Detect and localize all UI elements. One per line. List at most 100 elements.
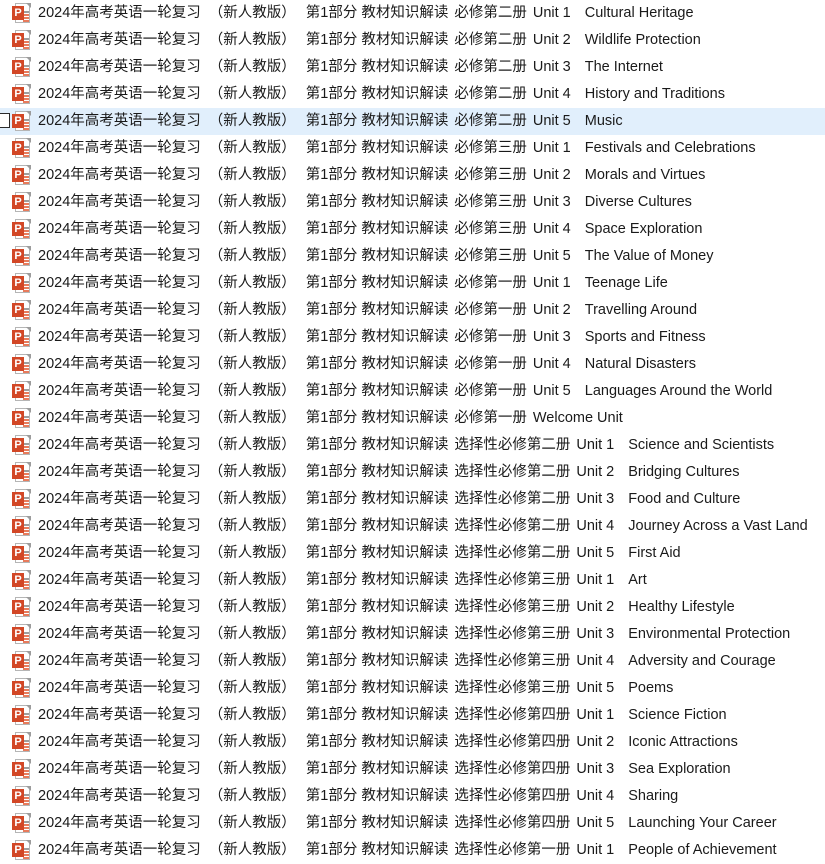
file-name-title: Natural Disasters	[584, 356, 696, 372]
file-list-item[interactable]: P 2024年高考英语一轮复习 （新人教版） 第1部分 教材知识解读 必修第三册 Unit…	[0, 162, 825, 189]
file-name-part: 第1部分 教材知识解读	[305, 680, 449, 696]
file-name-part: 第1部分 教材知识解读	[305, 626, 449, 642]
file-name-title: Sharing	[628, 788, 679, 804]
file-name-title: History and Traditions	[584, 86, 725, 102]
file-list-item[interactable]: P 2024年高考英语一轮复习 （新人教版） 第1部分 教材知识解读 必修第二册 Unit…	[0, 81, 825, 108]
file-name: 2024年高考英语一轮复习 （新人教版） 第1部分 教材知识解读 选择性必修第四册 Un…	[38, 702, 727, 729]
file-name-unit: Unit 2	[576, 599, 615, 615]
row-select-checkbox[interactable]	[0, 113, 10, 128]
file-list-item[interactable]: P 2024年高考英语一轮复习 （新人教版） 第1部分 教材知识解读 选择性必修第一册 U…	[0, 837, 825, 864]
powerpoint-badge-letter: P	[12, 114, 24, 128]
file-name-part: 第1部分 教材知识解读	[305, 599, 449, 615]
file-name-title: Science Fiction	[628, 707, 727, 723]
file-name-unit: Unit 4	[532, 356, 571, 372]
file-name-part: 第1部分 教材知识解读	[305, 275, 449, 291]
file-list-item[interactable]: P 2024年高考英语一轮复习 （新人教版） 第1部分 教材知识解读 必修第三册 Unit…	[0, 243, 825, 270]
file-name-edition: （新人教版）	[208, 437, 296, 453]
file-list-item[interactable]: P 2024年高考英语一轮复习 （新人教版） 第1部分 教材知识解读 必修第二册 Unit…	[0, 54, 825, 81]
file-list-item[interactable]: P 2024年高考英语一轮复习 （新人教版） 第1部分 教材知识解读 选择性必修第三册 U…	[0, 621, 825, 648]
powerpoint-badge-letter: P	[12, 843, 24, 857]
file-name: 2024年高考英语一轮复习 （新人教版） 第1部分 教材知识解读 选择性必修第二册 Un…	[38, 459, 739, 486]
file-name-unit: Unit 2	[532, 32, 571, 48]
file-list-item[interactable]: P 2024年高考英语一轮复习 （新人教版） 第1部分 教材知识解读 必修第一册 Welc…	[0, 405, 825, 432]
file-name: 2024年高考英语一轮复习 （新人教版） 第1部分 教材知识解读 必修第一册 Unit …	[38, 270, 668, 297]
powerpoint-file-icon: P	[12, 30, 31, 51]
file-list-item[interactable]: P 2024年高考英语一轮复习 （新人教版） 第1部分 教材知识解读 必修第三册 Unit…	[0, 189, 825, 216]
file-name-unit: Unit 3	[576, 626, 615, 642]
file-name-book: 选择性必修第四册	[454, 761, 571, 777]
file-name: 2024年高考英语一轮复习 （新人教版） 第1部分 教材知识解读 必修第三册 Unit …	[38, 135, 756, 162]
file-name: 2024年高考英语一轮复习 （新人教版） 第1部分 教材知识解读 选择性必修第三册 Un…	[38, 594, 735, 621]
file-name-edition: （新人教版）	[208, 761, 296, 777]
powerpoint-badge-letter: P	[12, 816, 24, 830]
powerpoint-file-icon: P	[12, 300, 31, 321]
file-name-book: 必修第一册	[454, 275, 527, 291]
file-list-item[interactable]: P 2024年高考英语一轮复习 （新人教版） 第1部分 教材知识解读 必修第三册 Unit…	[0, 216, 825, 243]
file-name-edition: （新人教版）	[208, 356, 296, 372]
file-list-item[interactable]: P 2024年高考英语一轮复习 （新人教版） 第1部分 教材知识解读 必修第一册 Unit…	[0, 324, 825, 351]
file-name-unit: Unit 2	[532, 167, 571, 183]
powerpoint-file-icon: P	[12, 165, 31, 186]
file-name-part: 第1部分 教材知识解读	[305, 842, 449, 858]
file-name-edition: （新人教版）	[208, 572, 296, 588]
file-name: 2024年高考英语一轮复习 （新人教版） 第1部分 教材知识解读 必修第一册 Unit …	[38, 324, 706, 351]
file-list-item[interactable]: P 2024年高考英语一轮复习 （新人教版） 第1部分 教材知识解读 必修第二册 Unit…	[0, 27, 825, 54]
file-list-item[interactable]: P 2024年高考英语一轮复习 （新人教版） 第1部分 教材知识解读 必修第一册 Unit…	[0, 351, 825, 378]
file-list-item[interactable]: P 2024年高考英语一轮复习 （新人教版） 第1部分 教材知识解读 必修第二册 Unit…	[0, 0, 825, 27]
powerpoint-badge-letter: P	[12, 33, 24, 47]
file-list-item[interactable]: P 2024年高考英语一轮复习 （新人教版） 第1部分 教材知识解读 选择性必修第四册 U…	[0, 756, 825, 783]
file-name-edition: （新人教版）	[208, 410, 296, 426]
file-list[interactable]: P 2024年高考英语一轮复习 （新人教版） 第1部分 教材知识解读 必修第二册 Unit…	[0, 0, 825, 864]
file-list-item[interactable]: P 2024年高考英语一轮复习 （新人教版） 第1部分 教材知识解读 选择性必修第二册 U…	[0, 513, 825, 540]
file-name-part: 第1部分 教材知识解读	[305, 545, 449, 561]
file-list-item[interactable]: P 2024年高考英语一轮复习 （新人教版） 第1部分 教材知识解读 选择性必修第四册 U…	[0, 783, 825, 810]
file-list-item[interactable]: P 2024年高考英语一轮复习 （新人教版） 第1部分 教材知识解读 选择性必修第四册 U…	[0, 702, 825, 729]
file-name-edition: （新人教版）	[208, 842, 296, 858]
powerpoint-file-icon: P	[12, 759, 31, 780]
file-list-item[interactable]: P 2024年高考英语一轮复习 （新人教版） 第1部分 教材知识解读 选择性必修第三册 U…	[0, 594, 825, 621]
file-name: 2024年高考英语一轮复习 （新人教版） 第1部分 教材知识解读 必修第二册 Unit …	[38, 0, 694, 27]
file-list-item[interactable]: P 2024年高考英语一轮复习 （新人教版） 第1部分 教材知识解读 必修第一册 Unit…	[0, 378, 825, 405]
file-name-part: 第1部分 教材知识解读	[305, 5, 449, 21]
file-name: 2024年高考英语一轮复习 （新人教版） 第1部分 教材知识解读 必修第二册 Unit …	[38, 27, 701, 54]
file-list-item[interactable]: P 2024年高考英语一轮复习 （新人教版） 第1部分 教材知识解读 选择性必修第二册 U…	[0, 459, 825, 486]
file-name-part: 第1部分 教材知识解读	[305, 32, 449, 48]
file-list-item[interactable]: P 2024年高考英语一轮复习 （新人教版） 第1部分 教材知识解读 选择性必修第三册 U…	[0, 567, 825, 594]
file-name-series: 2024年高考英语一轮复习	[38, 437, 201, 453]
powerpoint-file-icon: P	[12, 3, 31, 24]
file-name-unit: Unit 5	[576, 545, 615, 561]
file-list-item[interactable]: P 2024年高考英语一轮复习 （新人教版） 第1部分 教材知识解读 必修第三册 Unit…	[0, 135, 825, 162]
file-name-part: 第1部分 教材知识解读	[305, 248, 449, 264]
file-name-book: 选择性必修第二册	[454, 464, 571, 480]
file-list-item[interactable]: P 2024年高考英语一轮复习 （新人教版） 第1部分 教材知识解读 选择性必修第三册 U…	[0, 648, 825, 675]
file-name-series: 2024年高考英语一轮复习	[38, 734, 201, 750]
powerpoint-file-icon: P	[12, 84, 31, 105]
file-name-unit: Unit 4	[532, 86, 571, 102]
file-name-title: The Internet	[584, 59, 663, 75]
file-list-item[interactable]: P 2024年高考英语一轮复习 （新人教版） 第1部分 教材知识解读 选择性必修第四册 U…	[0, 810, 825, 837]
file-name-part: 第1部分 教材知识解读	[305, 653, 449, 669]
file-name-unit: Unit 3	[532, 59, 571, 75]
powerpoint-file-icon: P	[12, 435, 31, 456]
powerpoint-badge-letter: P	[12, 627, 24, 641]
file-list-item[interactable]: P 2024年高考英语一轮复习 （新人教版） 第1部分 教材知识解读 选择性必修第四册 U…	[0, 729, 825, 756]
file-list-item[interactable]: P 2024年高考英语一轮复习 （新人教版） 第1部分 教材知识解读 必修第二册 Unit…	[0, 108, 825, 135]
file-name-edition: （新人教版）	[208, 329, 296, 345]
file-name-unit: Unit 4	[576, 653, 615, 669]
file-name: 2024年高考英语一轮复习 （新人教版） 第1部分 教材知识解读 选择性必修第三册 Un…	[38, 648, 776, 675]
file-list-item[interactable]: P 2024年高考英语一轮复习 （新人教版） 第1部分 教材知识解读 选择性必修第三册 U…	[0, 675, 825, 702]
file-name-edition: （新人教版）	[208, 707, 296, 723]
file-list-item[interactable]: P 2024年高考英语一轮复习 （新人教版） 第1部分 教材知识解读 选择性必修第二册 U…	[0, 486, 825, 513]
file-list-item[interactable]: P 2024年高考英语一轮复习 （新人教版） 第1部分 教材知识解读 必修第一册 Unit…	[0, 270, 825, 297]
file-list-item[interactable]: P 2024年高考英语一轮复习 （新人教版） 第1部分 教材知识解读 选择性必修第二册 U…	[0, 432, 825, 459]
powerpoint-badge-letter: P	[12, 195, 24, 209]
file-name-unit: Unit 1	[576, 437, 615, 453]
file-list-item[interactable]: P 2024年高考英语一轮复习 （新人教版） 第1部分 教材知识解读 选择性必修第二册 U…	[0, 540, 825, 567]
file-name-part: 第1部分 教材知识解读	[305, 707, 449, 723]
file-name-part: 第1部分 教材知识解读	[305, 356, 449, 372]
file-name-title: Launching Your Career	[628, 815, 777, 831]
powerpoint-badge-letter: P	[12, 276, 24, 290]
file-list-item[interactable]: P 2024年高考英语一轮复习 （新人教版） 第1部分 教材知识解读 必修第一册 Unit…	[0, 297, 825, 324]
file-name-book: 选择性必修第二册	[454, 545, 571, 561]
powerpoint-badge-letter: P	[12, 87, 24, 101]
